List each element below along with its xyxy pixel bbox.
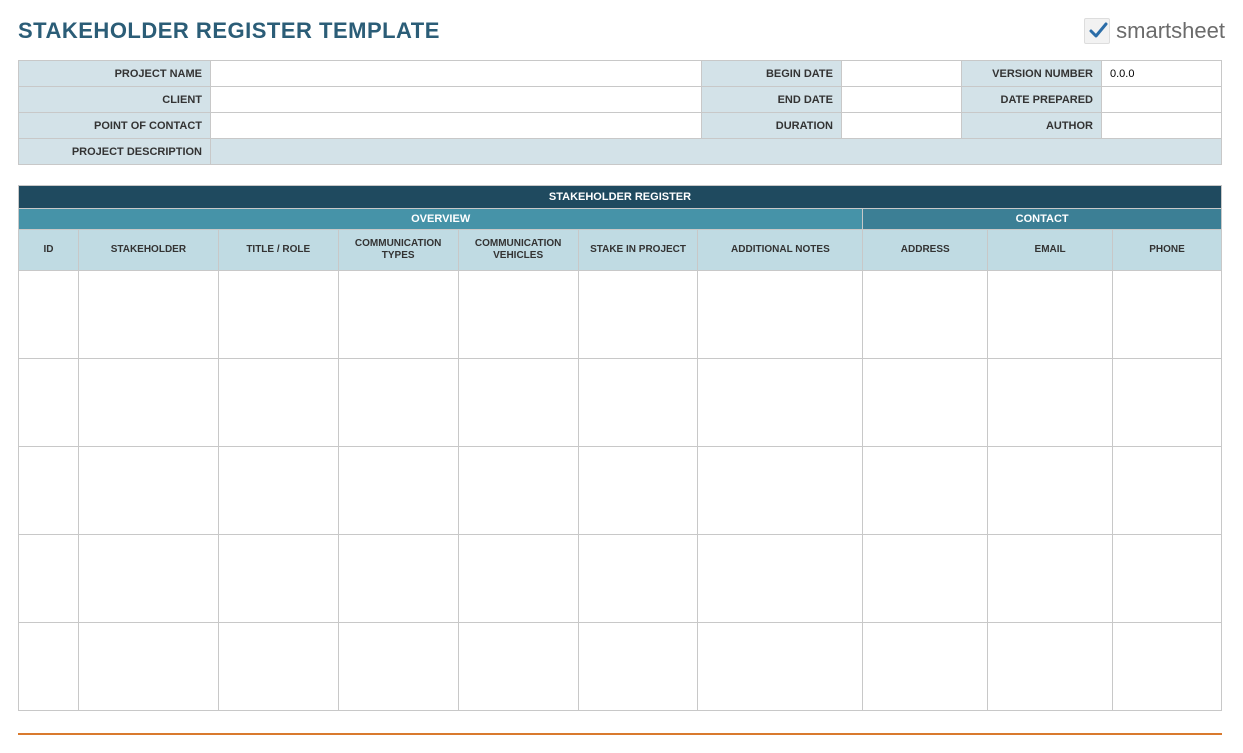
label-client: CLIENT [19, 87, 211, 113]
cell-comm_vehicles[interactable] [458, 359, 578, 447]
col-email: EMAIL [988, 230, 1113, 271]
label-project-name: PROJECT NAME [19, 61, 211, 87]
cell-comm_vehicles[interactable] [458, 623, 578, 711]
value-point-of-contact[interactable] [211, 113, 702, 139]
cell-stake_in_project[interactable] [578, 271, 698, 359]
value-begin-date[interactable] [842, 61, 962, 87]
cell-comm_types[interactable] [338, 623, 458, 711]
cell-comm_vehicles[interactable] [458, 535, 578, 623]
cell-phone[interactable] [1113, 623, 1222, 711]
col-address: ADDRESS [863, 230, 988, 271]
brand-logo-text: smartsheet [1116, 18, 1225, 44]
cell-stake_in_project[interactable] [578, 623, 698, 711]
cell-comm_types[interactable] [338, 359, 458, 447]
cell-title_role[interactable] [218, 535, 338, 623]
cell-id[interactable] [19, 271, 79, 359]
cell-stake_in_project[interactable] [578, 447, 698, 535]
cell-comm_types[interactable] [338, 535, 458, 623]
col-stakeholder: STAKEHOLDER [78, 230, 218, 271]
table-row [19, 535, 1222, 623]
col-additional-notes: ADDITIONAL NOTES [698, 230, 863, 271]
cell-title_role[interactable] [218, 447, 338, 535]
label-point-of-contact: POINT OF CONTACT [19, 113, 211, 139]
label-end-date: END DATE [702, 87, 842, 113]
cell-stakeholder[interactable] [78, 359, 218, 447]
value-author[interactable] [1102, 113, 1222, 139]
col-comm-types: COMMUNICATION TYPES [338, 230, 458, 271]
cell-address[interactable] [863, 623, 988, 711]
group-overview: OVERVIEW [19, 209, 863, 230]
header: STAKEHOLDER REGISTER TEMPLATE smartsheet [18, 18, 1225, 44]
cell-stakeholder[interactable] [78, 623, 218, 711]
cell-email[interactable] [988, 271, 1113, 359]
stakeholder-register-table: STAKEHOLDER REGISTER OVERVIEW CONTACT ID… [18, 185, 1222, 711]
value-project-name[interactable] [211, 61, 702, 87]
cell-stakeholder[interactable] [78, 271, 218, 359]
cell-comm_vehicles[interactable] [458, 447, 578, 535]
footer-divider [18, 733, 1222, 735]
cell-comm_types[interactable] [338, 271, 458, 359]
col-comm-vehicles: COMMUNICATION VEHICLES [458, 230, 578, 271]
value-date-prepared[interactable] [1102, 87, 1222, 113]
cell-email[interactable] [988, 359, 1113, 447]
cell-stakeholder[interactable] [78, 535, 218, 623]
cell-id[interactable] [19, 447, 79, 535]
cell-stake_in_project[interactable] [578, 535, 698, 623]
project-meta-table: PROJECT NAME BEGIN DATE VERSION NUMBER 0… [18, 60, 1222, 165]
table-row [19, 271, 1222, 359]
cell-phone[interactable] [1113, 447, 1222, 535]
cell-id[interactable] [19, 623, 79, 711]
cell-phone[interactable] [1113, 271, 1222, 359]
cell-address[interactable] [863, 447, 988, 535]
cell-comm_types[interactable] [338, 447, 458, 535]
checkmark-icon [1084, 18, 1110, 44]
cell-phone[interactable] [1113, 359, 1222, 447]
cell-stakeholder[interactable] [78, 447, 218, 535]
label-version-number: VERSION NUMBER [962, 61, 1102, 87]
cell-title_role[interactable] [218, 271, 338, 359]
table-row [19, 623, 1222, 711]
cell-comm_vehicles[interactable] [458, 271, 578, 359]
col-id: ID [19, 230, 79, 271]
cell-email[interactable] [988, 447, 1113, 535]
value-project-description[interactable] [211, 139, 1222, 165]
cell-additional_notes[interactable] [698, 271, 863, 359]
value-end-date[interactable] [842, 87, 962, 113]
cell-id[interactable] [19, 535, 79, 623]
cell-address[interactable] [863, 535, 988, 623]
cell-stake_in_project[interactable] [578, 359, 698, 447]
table-row [19, 447, 1222, 535]
cell-phone[interactable] [1113, 535, 1222, 623]
col-phone: PHONE [1113, 230, 1222, 271]
label-project-description: PROJECT DESCRIPTION [19, 139, 211, 165]
cell-additional_notes[interactable] [698, 623, 863, 711]
cell-email[interactable] [988, 535, 1113, 623]
value-version-number[interactable]: 0.0.0 [1102, 61, 1222, 87]
table-row [19, 359, 1222, 447]
value-client[interactable] [211, 87, 702, 113]
cell-title_role[interactable] [218, 359, 338, 447]
col-stake-in-project: STAKE IN PROJECT [578, 230, 698, 271]
brand-logo: smartsheet [1084, 18, 1225, 44]
cell-id[interactable] [19, 359, 79, 447]
cell-title_role[interactable] [218, 623, 338, 711]
label-author: AUTHOR [962, 113, 1102, 139]
page-title: STAKEHOLDER REGISTER TEMPLATE [18, 18, 440, 44]
label-duration: DURATION [702, 113, 842, 139]
cell-additional_notes[interactable] [698, 447, 863, 535]
group-contact: CONTACT [863, 209, 1222, 230]
cell-address[interactable] [863, 271, 988, 359]
cell-address[interactable] [863, 359, 988, 447]
cell-additional_notes[interactable] [698, 359, 863, 447]
label-begin-date: BEGIN DATE [702, 61, 842, 87]
value-duration[interactable] [842, 113, 962, 139]
register-title: STAKEHOLDER REGISTER [19, 186, 1222, 209]
cell-additional_notes[interactable] [698, 535, 863, 623]
cell-email[interactable] [988, 623, 1113, 711]
label-date-prepared: DATE PREPARED [962, 87, 1102, 113]
col-title-role: TITLE / ROLE [218, 230, 338, 271]
